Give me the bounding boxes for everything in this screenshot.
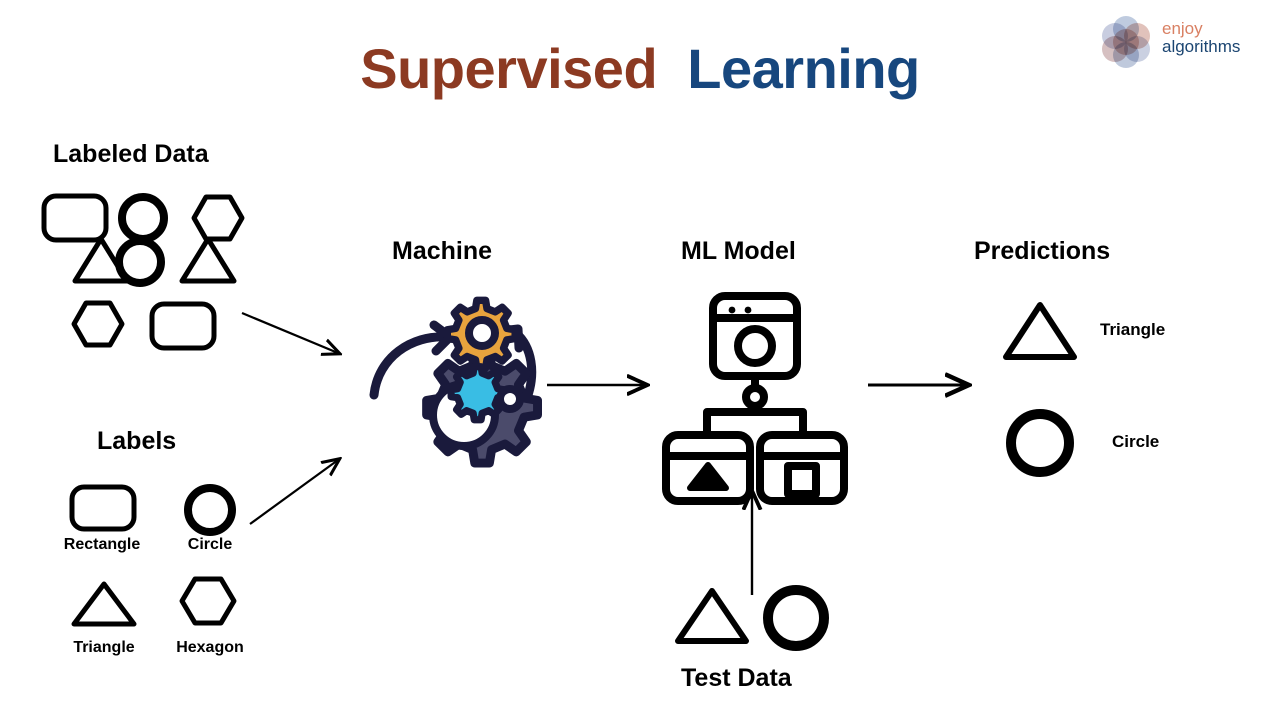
label-shape-rounded-rectangle bbox=[69, 484, 137, 532]
arrow-labels-to-machine bbox=[249, 452, 358, 525]
page-title-part-two: Learning bbox=[687, 37, 920, 100]
labeled-shape-rounded-rectangle bbox=[149, 301, 217, 351]
labeled-data-heading: Labeled Data bbox=[53, 140, 209, 168]
arrow-machine-to-ml-model bbox=[547, 372, 660, 398]
labeled-shape-triangle bbox=[179, 236, 237, 284]
labels-heading: Labels bbox=[97, 427, 177, 455]
machine-heading: Machine bbox=[392, 237, 493, 265]
label-shape-circle bbox=[184, 484, 236, 536]
gears-icon bbox=[369, 296, 543, 468]
predictions-heading: Predictions bbox=[974, 237, 1111, 265]
labeled-shape-hexagon bbox=[191, 194, 245, 242]
labeled-shape-rounded-rectangle bbox=[41, 193, 109, 243]
test-data-shape-triangle bbox=[675, 588, 749, 644]
logo-line-one: enjoy bbox=[1162, 19, 1203, 38]
gear-orange bbox=[443, 296, 519, 372]
slide-canvas: Supervised Learning enjoy algorithms Lab… bbox=[0, 0, 1280, 720]
ml-model-diagram-icon bbox=[662, 292, 848, 505]
label-caption-hexagon: Hexagon bbox=[176, 639, 244, 656]
logo-flower-icon bbox=[1100, 16, 1152, 68]
prediction-shape-triangle bbox=[1003, 302, 1077, 360]
ml-model-heading: ML Model bbox=[681, 237, 796, 265]
test-data-heading: Test Data bbox=[681, 664, 792, 692]
prediction-label-circle: Circle bbox=[1112, 432, 1160, 451]
prediction-label-triangle: Triangle bbox=[1100, 320, 1166, 339]
logo-line-two: algorithms bbox=[1162, 37, 1241, 57]
labeled-shape-circle bbox=[115, 237, 165, 287]
arrow-labeled-data-to-machine bbox=[241, 311, 360, 365]
logo-wordmark: enjoy algorithms bbox=[1162, 19, 1241, 57]
label-caption-rectangle: Rectangle bbox=[63, 536, 141, 553]
labeled-shape-circle bbox=[118, 193, 168, 243]
brand-logo: enjoy algorithms bbox=[1100, 14, 1270, 70]
page-title: Supervised Learning bbox=[0, 36, 1280, 101]
label-caption-circle: Circle bbox=[187, 536, 233, 553]
prediction-shape-circle bbox=[1006, 409, 1074, 477]
label-caption-triangle: Triangle bbox=[73, 639, 135, 656]
arrow-ml-model-to-predictions bbox=[868, 373, 986, 399]
label-shape-hexagon bbox=[179, 576, 237, 626]
label-shape-triangle bbox=[71, 581, 137, 627]
labeled-shape-hexagon bbox=[71, 300, 125, 348]
test-data-shape-circle bbox=[763, 585, 829, 651]
page-title-part-one: Supervised bbox=[360, 37, 658, 100]
